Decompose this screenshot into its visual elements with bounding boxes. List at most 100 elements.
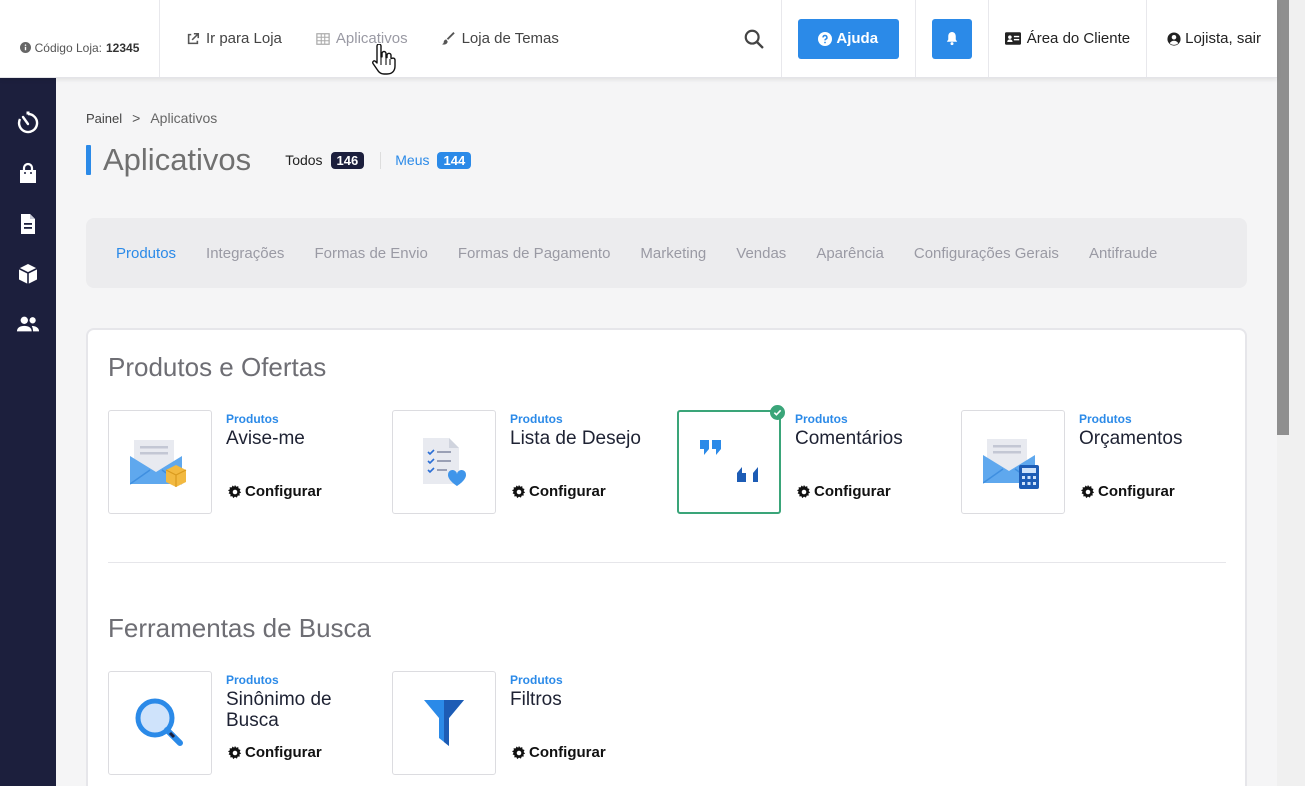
section-title: Produtos e Ofertas <box>108 352 327 382</box>
tab-vendas[interactable]: Vendas <box>736 245 786 262</box>
app-thumb[interactable] <box>677 405 785 514</box>
tab-marketing[interactable]: Marketing <box>640 245 706 262</box>
question-circle-icon <box>818 31 833 46</box>
nav-theme-store[interactable]: Loja de Temas <box>441 30 559 47</box>
tab-formas-de-envio[interactable]: Formas de Envio <box>314 245 427 262</box>
hand-cursor-icon <box>372 44 396 75</box>
tab-produtos[interactable]: Produtos <box>116 245 176 262</box>
gear-icon <box>228 745 242 759</box>
configure-button[interactable]: Configurar <box>228 483 322 500</box>
app-name: Avise-me <box>226 428 305 449</box>
configure-button[interactable]: Configurar <box>228 744 322 761</box>
app-thumb[interactable] <box>961 410 1065 514</box>
tab-integracoes[interactable]: Integrações <box>206 245 284 262</box>
sidebar-item-documents[interactable] <box>0 204 56 244</box>
app-card-lista-de-desejo: Produtos Lista de Desejo Configurar <box>392 410 662 514</box>
scrollbar[interactable] <box>1277 0 1305 786</box>
app-thumb[interactable] <box>108 671 212 775</box>
configure-label: Configurar <box>245 744 322 761</box>
scrollbar-thumb[interactable] <box>1277 0 1289 435</box>
id-card-icon <box>1004 32 1021 45</box>
app-thumb[interactable] <box>392 410 496 514</box>
configure-label: Configurar <box>814 483 891 500</box>
sidebar-item-products[interactable] <box>0 254 56 294</box>
app-name: Comentários <box>795 428 903 449</box>
app-thumb[interactable] <box>108 410 212 514</box>
filter-all[interactable]: Todos 146 <box>285 151 365 169</box>
app-category: Produtos <box>226 412 279 426</box>
page-title: Aplicativos <box>103 142 252 177</box>
users-icon <box>16 316 40 332</box>
sidebar-item-dashboard[interactable] <box>0 103 56 143</box>
gear-icon <box>512 484 526 498</box>
filter-mine-label: Meus <box>395 152 430 168</box>
top-nav: Ir para Loja Aplicativos Loja de Temas <box>160 0 782 77</box>
app-card-sinonimo-de-busca: Produtos Sinônimo de Busca Configurar <box>108 671 378 775</box>
store-code-label: Código Loja: <box>34 40 102 55</box>
notifications-button[interactable] <box>931 18 972 59</box>
document-icon <box>21 214 35 234</box>
configure-button[interactable]: Configurar <box>512 483 606 500</box>
tab-antifraude[interactable]: Antifraude <box>1089 245 1157 262</box>
app-name: Sinônimo de Busca <box>226 689 332 731</box>
app-card-orcamentos: Produtos Orçamentos Configurar <box>961 410 1231 514</box>
configure-button[interactable]: Configurar <box>797 483 891 500</box>
sidebar-item-orders[interactable] <box>0 154 56 194</box>
envelope-calculator-icon <box>983 439 1039 489</box>
filter-all-label: Todos <box>285 152 323 168</box>
app-category: Produtos <box>510 412 563 426</box>
logout-label: Lojista, sair <box>1185 30 1261 47</box>
breadcrumb-separator: > <box>132 110 141 126</box>
grid-icon <box>316 32 330 45</box>
dashboard-timer-icon <box>17 111 39 134</box>
store-code: Código Loja: 12345 <box>0 0 160 77</box>
tab-configuracoes-gerais[interactable]: Configurações Gerais <box>914 245 1059 262</box>
help-button[interactable]: Ajuda <box>797 18 899 59</box>
store-code-value: 12345 <box>106 40 140 55</box>
sidebar-item-customers[interactable] <box>0 304 56 344</box>
quotes-icon <box>700 440 758 482</box>
app-card-avise-me: Produtos Avise-me Configurar <box>108 410 378 514</box>
configure-button[interactable]: Configurar <box>512 744 606 761</box>
breadcrumb-root[interactable]: Painel <box>86 111 122 126</box>
box-icon <box>18 264 38 284</box>
title-accent-bar <box>86 145 91 175</box>
breadcrumb-current: Aplicativos <box>150 110 218 126</box>
section-title: Ferramentas de Busca <box>108 613 372 643</box>
section-divider <box>108 562 1226 563</box>
configure-button[interactable]: Configurar <box>1081 483 1175 500</box>
app-card-comentarios: Produtos Comentários Configurar <box>677 405 947 514</box>
breadcrumb: Painel > Aplicativos <box>86 110 217 126</box>
category-tabs: Produtos Integrações Formas de Envio For… <box>86 218 1247 288</box>
nav-go-to-store[interactable]: Ir para Loja <box>186 30 282 47</box>
app-category: Produtos <box>795 412 848 426</box>
app-category: Produtos <box>226 673 279 687</box>
funnel-icon <box>424 700 464 746</box>
filter-mine[interactable]: Meus 144 <box>380 151 472 169</box>
brush-icon <box>441 31 455 45</box>
top-bar: Código Loja: 12345 Ir para Loja Aplicati… <box>0 0 1277 78</box>
tab-aparencia[interactable]: Aparência <box>816 245 884 262</box>
logout-link[interactable]: Lojista, sair <box>1147 0 1277 77</box>
info-icon <box>19 42 31 53</box>
notifications-cell <box>916 0 989 77</box>
app-card-filtros: Produtos Filtros Configurar <box>392 671 662 775</box>
envelope-box-icon <box>130 440 187 487</box>
configure-label: Configurar <box>245 483 322 500</box>
app-category: Produtos <box>1079 412 1132 426</box>
user-circle-icon <box>1167 31 1181 46</box>
configure-label: Configurar <box>529 483 606 500</box>
bell-icon <box>946 31 957 46</box>
help-cell: Ajuda <box>782 0 916 77</box>
shopping-bag-icon <box>20 162 36 183</box>
app-thumb[interactable] <box>392 671 496 775</box>
apps-panel: Produtos e Ofertas Produtos Avise-me Con… <box>86 328 1247 786</box>
search-icon[interactable] <box>743 28 765 50</box>
external-link-icon <box>187 32 200 44</box>
app-name: Lista de Desejo <box>510 428 641 449</box>
tab-formas-de-pagamento[interactable]: Formas de Pagamento <box>458 245 611 262</box>
sidebar <box>0 78 56 786</box>
client-area-link[interactable]: Área do Cliente <box>989 0 1148 77</box>
wishlist-doc-icon <box>423 438 467 486</box>
installed-check-icon <box>770 405 785 420</box>
